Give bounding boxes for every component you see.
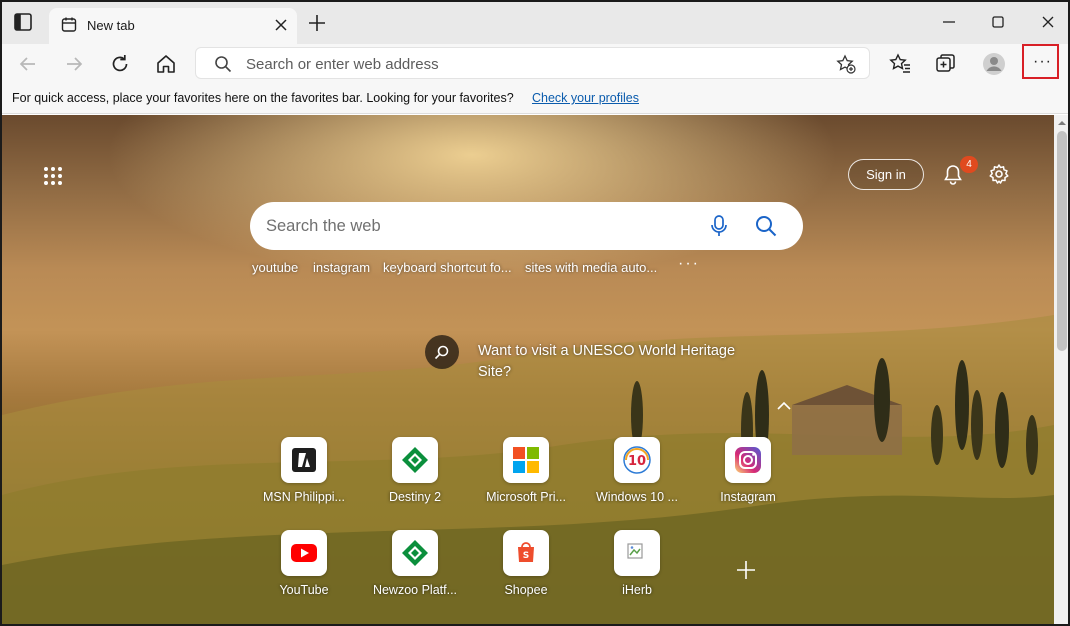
tile-label: Instagram <box>720 490 776 504</box>
more-dots-icon: ··· <box>1033 53 1052 70</box>
notification-count-badge: 4 <box>960 156 978 173</box>
minimize-icon[interactable] <box>937 10 961 34</box>
youtube-icon <box>281 530 327 576</box>
tile-label: MSN Philippi... <box>263 490 345 504</box>
address-bar-placeholder: Search or enter web address <box>246 56 439 73</box>
tile-label: Windows 10 ... <box>596 490 678 504</box>
add-favorite-star-icon[interactable] <box>836 54 856 74</box>
suggestion-link[interactable]: keyboard shortcut fo... <box>383 260 512 275</box>
microsoft-logo-icon <box>503 437 549 483</box>
sign-in-button[interactable]: Sign in <box>848 159 924 190</box>
suggestion-link[interactable]: instagram <box>313 260 370 275</box>
collections-icon[interactable] <box>933 51 959 77</box>
quick-link-tile[interactable]: Newzoo Platf... <box>365 530 465 610</box>
quick-link-tile[interactable]: Destiny 2 <box>365 437 465 517</box>
page-settings-gear-icon[interactable] <box>988 163 1010 185</box>
suggestion-link[interactable]: youtube <box>252 260 298 275</box>
web-search-box[interactable]: Search the web <box>250 202 803 250</box>
instagram-icon <box>725 437 771 483</box>
tab-actions-icon[interactable] <box>12 11 34 33</box>
tab-strip: New tab <box>2 2 1068 44</box>
suggestion-link[interactable]: sites with media auto... <box>525 260 657 275</box>
quick-link-tile[interactable]: 10 Windows 10 ... <box>587 437 687 517</box>
quick-link-tile[interactable]: Microsoft Pri... <box>476 437 576 517</box>
microphone-icon[interactable] <box>708 214 730 238</box>
quick-link-tile[interactable]: MSN Philippi... <box>254 437 354 517</box>
search-submit-icon[interactable] <box>754 214 778 238</box>
new-tab-plus-icon[interactable] <box>307 13 327 33</box>
tile-label: Destiny 2 <box>388 490 442 504</box>
newzoo-diamond-icon <box>392 530 438 576</box>
settings-and-more-button[interactable]: ··· <box>1022 44 1059 79</box>
close-window-icon[interactable] <box>1036 10 1060 34</box>
apps-grid-icon[interactable] <box>42 165 64 187</box>
favorites-bar: For quick access, place your favorites h… <box>2 84 1068 114</box>
tab-new-tab[interactable]: New tab <box>49 8 297 44</box>
tile-label: Shopee <box>504 583 548 597</box>
address-bar[interactable]: Search or enter web address <box>195 47 870 79</box>
newtab-favicon-icon <box>61 17 77 32</box>
new-tab-page: Sign in 4 Search the web youtube instagr… <box>2 115 1054 624</box>
favorites-icon[interactable] <box>887 51 913 77</box>
quick-link-tile[interactable]: Instagram <box>698 437 798 517</box>
refresh-icon[interactable] <box>107 51 133 77</box>
add-shortcut-plus-icon[interactable] <box>735 559 757 581</box>
tile-label: YouTube <box>279 583 329 597</box>
navigation-toolbar: Search or enter web address ··· <box>2 44 1068 84</box>
tab-title: New tab <box>87 18 135 33</box>
scrollbar-thumb[interactable] <box>1057 131 1067 351</box>
scroll-up-arrow-icon[interactable] <box>1058 119 1066 127</box>
tile-label: iHerb <box>622 583 652 597</box>
check-profiles-link[interactable]: Check your profiles <box>532 91 639 105</box>
chevron-up-icon[interactable] <box>776 399 792 411</box>
back-arrow-icon[interactable] <box>15 51 41 77</box>
image-info-search-icon[interactable] <box>425 335 459 369</box>
broken-image-icon <box>614 530 660 576</box>
quick-link-tile[interactable]: S Shopee <box>476 530 576 610</box>
svg-text:10: 10 <box>628 454 646 469</box>
windows10-icon: 10 <box>614 437 660 483</box>
home-icon[interactable] <box>153 51 179 77</box>
tile-label: Microsoft Pri... <box>486 490 566 504</box>
quick-link-tile[interactable]: iHerb <box>587 530 687 610</box>
search-icon <box>215 56 232 73</box>
msn-icon <box>281 437 327 483</box>
destiny-diamond-icon <box>392 437 438 483</box>
profile-avatar-icon[interactable] <box>981 51 1007 77</box>
page-scrollbar[interactable] <box>1054 115 1068 624</box>
tile-label: Newzoo Platf... <box>372 583 458 597</box>
forward-arrow-icon[interactable] <box>61 51 87 77</box>
favorites-bar-message: For quick access, place your favorites h… <box>12 91 514 105</box>
web-search-placeholder: Search the web <box>266 217 381 235</box>
more-suggestions-icon[interactable]: ··· <box>678 255 700 273</box>
browser-window: New tab Search or enter web address ··· … <box>0 0 1070 626</box>
shopee-bag-icon: S <box>503 530 549 576</box>
quick-link-tile[interactable]: YouTube <box>254 530 354 610</box>
close-tab-icon[interactable] <box>273 17 289 33</box>
image-info-hint[interactable]: Want to visit a UNESCO World Heritage Si… <box>478 341 758 383</box>
svg-text:S: S <box>523 551 529 561</box>
maximize-icon[interactable] <box>986 10 1010 34</box>
